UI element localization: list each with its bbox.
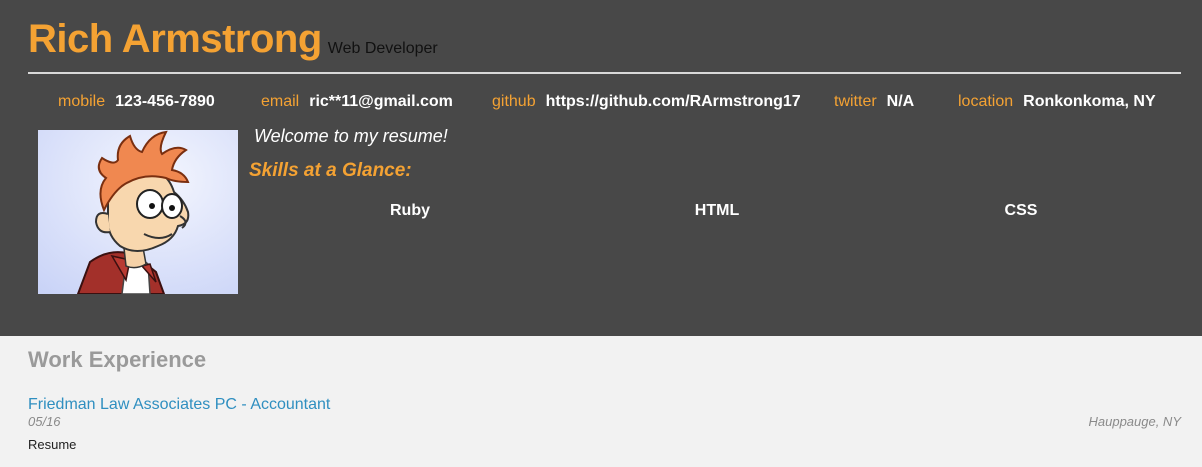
contact-value: ric**11@gmail.com	[309, 93, 453, 110]
contact-value: 123-456-7890	[115, 93, 215, 110]
person-name: Rich Armstrong	[28, 17, 322, 61]
work-experience-heading: Work Experience	[28, 347, 207, 372]
welcome-message: Welcome to my resume!	[254, 126, 448, 146]
contact-label: twitter	[834, 93, 877, 110]
skill-item: CSS	[1004, 202, 1038, 219]
contact-value: N/A	[886, 93, 915, 110]
contact-label: mobile	[58, 93, 106, 110]
contact-value: https://github.com/RArmstrong17	[545, 93, 801, 110]
avatar-portrait-icon	[38, 130, 238, 294]
name-row: Rich Armstrong Web Developer	[28, 16, 438, 62]
contact-location: location Ronkonkoma, NY	[958, 92, 1156, 112]
skill-item: Ruby	[390, 202, 430, 219]
contact-github: github https://github.com/RArmstrong17	[492, 92, 801, 112]
contact-email: email ric**11@gmail.com	[261, 92, 453, 112]
contact-label: location	[958, 93, 1014, 110]
job-location: Hauppauge, NY	[1088, 414, 1181, 429]
job-title-link[interactable]: Friedman Law Associates PC - Accountant	[28, 395, 330, 415]
header-divider	[28, 72, 1181, 74]
job-description: Resume	[28, 437, 77, 452]
contact-twitter: twitter N/A	[834, 92, 914, 112]
resume-header: Rich Armstrong Web Developer mobile 123-4…	[0, 0, 1202, 336]
contact-value: Ronkonkoma, NY	[1023, 93, 1156, 110]
contact-bar: mobile 123-456-7890 email ric**11@gmail.co…	[0, 92, 1202, 114]
skill-item: HTML	[694, 202, 740, 219]
skills-heading: Skills at a Glance:	[249, 160, 412, 181]
person-title: Web Developer	[327, 40, 438, 57]
avatar	[38, 130, 238, 294]
contact-label: email	[261, 93, 300, 110]
contact-label: github	[492, 93, 536, 110]
contact-mobile: mobile 123-456-7890	[58, 92, 215, 112]
job-date: 05/16	[28, 414, 61, 429]
